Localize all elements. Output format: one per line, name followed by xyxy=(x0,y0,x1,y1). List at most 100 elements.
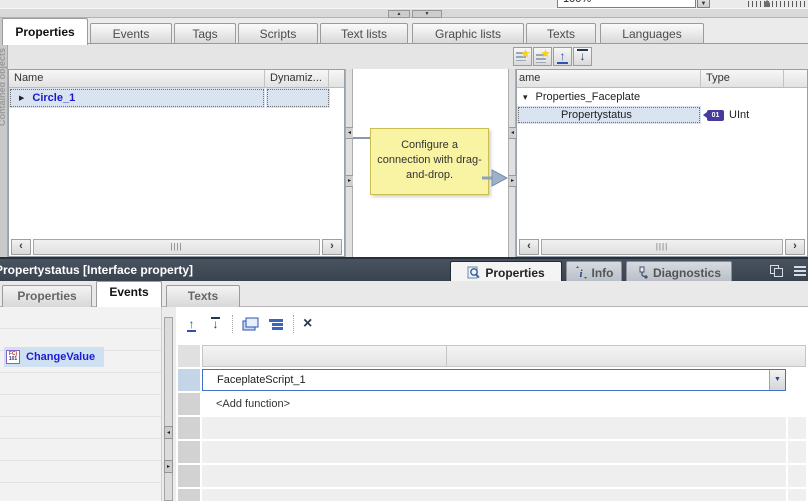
tab-languages[interactable]: Languages xyxy=(600,23,704,44)
event-item-label: ChangeValue xyxy=(26,351,96,363)
canvas-right-splitter[interactable]: ◂ ▸ xyxy=(508,69,516,257)
row-gutter xyxy=(178,345,200,367)
column-header-name[interactable]: Name xyxy=(9,70,265,87)
properties-magnifier-icon xyxy=(467,266,480,279)
circle-dynamization-cell[interactable] xyxy=(266,88,330,108)
row-gutter xyxy=(178,489,200,501)
empty-row[interactable] xyxy=(202,489,806,501)
tab-scripts[interactable]: Scripts xyxy=(238,23,318,44)
column-header-name[interactable]: ame xyxy=(517,70,701,87)
scroll-left-button[interactable]: ‹ xyxy=(11,239,31,255)
expand-arrow-icon[interactable]: ▾ xyxy=(523,92,528,103)
property-name-cell[interactable]: Propertystatus xyxy=(517,106,701,124)
splitter-collapse-left-button[interactable]: ◂ xyxy=(346,127,353,139)
tab-texts[interactable]: Texts xyxy=(526,23,596,44)
splitter-collapse-right-button[interactable]: ▸ xyxy=(346,175,353,187)
move-down-icon: ↓ xyxy=(574,48,591,65)
function-combobox[interactable]: FaceplateScript_1 ▼ xyxy=(202,369,786,391)
event-function-icon: FC) 101 xyxy=(6,350,20,364)
add-function-placeholder[interactable]: <Add function> xyxy=(216,393,290,415)
left-panel-hscrollbar[interactable]: ‹ |||| › xyxy=(11,239,342,255)
add-property-after-button[interactable] xyxy=(533,47,552,66)
contained-objects-side-tab[interactable]: Contained objects xyxy=(0,18,8,257)
tab-events[interactable]: Events xyxy=(90,23,172,44)
contained-objects-panel: Name Dynamiz... ▶ Circle_1 ‹ |||| › xyxy=(8,69,345,257)
row-gutter-selected[interactable] xyxy=(178,369,200,391)
expand-folder-button[interactable] xyxy=(242,317,259,331)
table-row[interactable]: ▾ Properties_Faceplate xyxy=(517,88,807,106)
function-table-header xyxy=(202,345,806,367)
scroll-right-button[interactable]: › xyxy=(785,239,805,255)
scroll-thumb[interactable]: |||| xyxy=(541,239,783,255)
event-panel-splitter[interactable]: ◂ ▸ xyxy=(162,307,176,501)
zoom-combobox[interactable]: 100% xyxy=(557,0,696,8)
splitter-collapse-left-button[interactable]: ◂ xyxy=(164,426,173,439)
empty-row[interactable] xyxy=(202,417,806,439)
interface-panel: ame Type ▾ Properties_Faceplate Property… xyxy=(516,69,808,257)
float-window-icon xyxy=(774,268,783,277)
splitter-collapse-right-button[interactable]: ▸ xyxy=(164,460,173,473)
column-header-spacer xyxy=(784,70,807,87)
expand-arrow-icon[interactable]: ▶ xyxy=(19,94,24,102)
connection-canvas[interactable]: Configure a connection with drag-and-dro… xyxy=(353,69,509,257)
subtab-properties[interactable]: Properties xyxy=(2,285,92,307)
inspector-titlebar: Propertystatus [Interface property] Prop… xyxy=(0,257,808,283)
delete-button[interactable]: × xyxy=(303,316,312,332)
move-down-button[interactable]: ↓ xyxy=(208,316,223,333)
contained-objects-label: Contained objects xyxy=(0,48,7,127)
circle-name-cell[interactable]: ▶ Circle_1 xyxy=(9,88,265,108)
inspector-tab-properties[interactable]: Properties xyxy=(450,261,562,283)
tab-text-lists[interactable]: Text lists xyxy=(320,23,408,44)
inspector-subtab-bar: Properties Events Texts xyxy=(0,281,808,307)
column-header-dynamizations[interactable]: Dynamiz... xyxy=(265,70,329,87)
tia-faceplate-editor: 100% ▼ ▲ ▼ Properties Events Tags Script… xyxy=(0,0,808,501)
function-combo-value: FaceplateScript_1 xyxy=(217,374,306,386)
note-connector-line xyxy=(353,137,370,139)
event-toolbar: ↑ ↓ × xyxy=(184,314,312,334)
move-down-icon: ↓ xyxy=(208,316,223,333)
scroll-left-button[interactable]: ‹ xyxy=(519,239,539,255)
empty-row[interactable] xyxy=(202,441,806,463)
subtab-events[interactable]: Events xyxy=(96,281,162,307)
event-item-changevalue[interactable]: FC) 101 ChangeValue xyxy=(4,347,105,367)
combo-dropdown-button[interactable]: ▼ xyxy=(769,370,785,390)
scroll-right-button[interactable]: › xyxy=(322,239,342,255)
collapse-down-button[interactable]: ▼ xyxy=(412,10,442,18)
right-panel-hscrollbar[interactable]: ‹ |||| › xyxy=(519,239,805,255)
row-gutter xyxy=(178,441,200,463)
column-header-spacer xyxy=(329,70,344,87)
left-canvas-splitter[interactable]: ◂ ▸ xyxy=(345,69,353,257)
list-view-button[interactable] xyxy=(268,318,284,331)
splitter-collapse-right-button[interactable]: ▸ xyxy=(509,175,516,187)
horizontal-splitter-bar[interactable]: ▲ ▼ xyxy=(0,8,808,18)
uint-type-icon: 01 xyxy=(703,109,724,121)
tab-tags[interactable]: Tags xyxy=(174,23,236,44)
tab-graphic-lists[interactable]: Graphic lists xyxy=(412,23,524,44)
tab-properties[interactable]: Properties xyxy=(2,18,88,45)
scroll-thumb[interactable]: |||| xyxy=(33,239,320,255)
inspector-tab-info[interactable]: i Info xyxy=(566,261,622,283)
table-row[interactable]: ▶ Circle_1 xyxy=(9,88,344,108)
empty-row[interactable] xyxy=(202,465,806,487)
add-property-before-button[interactable] xyxy=(513,47,532,66)
zoom-slider[interactable] xyxy=(748,1,806,7)
event-list: FC) 101 ChangeValue xyxy=(0,307,162,501)
inspector-tab-diagnostics[interactable]: Diagnostics xyxy=(626,261,732,283)
menu-lines-icon[interactable] xyxy=(794,266,806,276)
move-up-button[interactable]: ↑ xyxy=(553,47,572,66)
subtab-texts[interactable]: Texts xyxy=(166,285,240,307)
inspector-title: Propertystatus [Interface property] xyxy=(0,263,194,277)
splitter-collapse-left-button[interactable]: ◂ xyxy=(509,127,516,139)
move-down-button[interactable]: ↓ xyxy=(573,47,592,66)
diagnostics-icon xyxy=(639,266,648,279)
move-up-icon: ↑ xyxy=(184,316,199,333)
column-header-type[interactable]: Type xyxy=(701,70,784,87)
move-up-button[interactable]: ↑ xyxy=(184,316,199,333)
zoom-dropdown-button[interactable]: ▼ xyxy=(697,0,710,8)
toolbar-separator xyxy=(293,315,294,333)
splitter-track[interactable] xyxy=(164,317,173,501)
property-name-label: Propertystatus xyxy=(561,109,632,121)
collapse-up-button[interactable]: ▲ xyxy=(388,10,410,18)
svg-text:i: i xyxy=(579,268,583,279)
table-row[interactable]: Propertystatus 01 UInt xyxy=(517,106,807,124)
